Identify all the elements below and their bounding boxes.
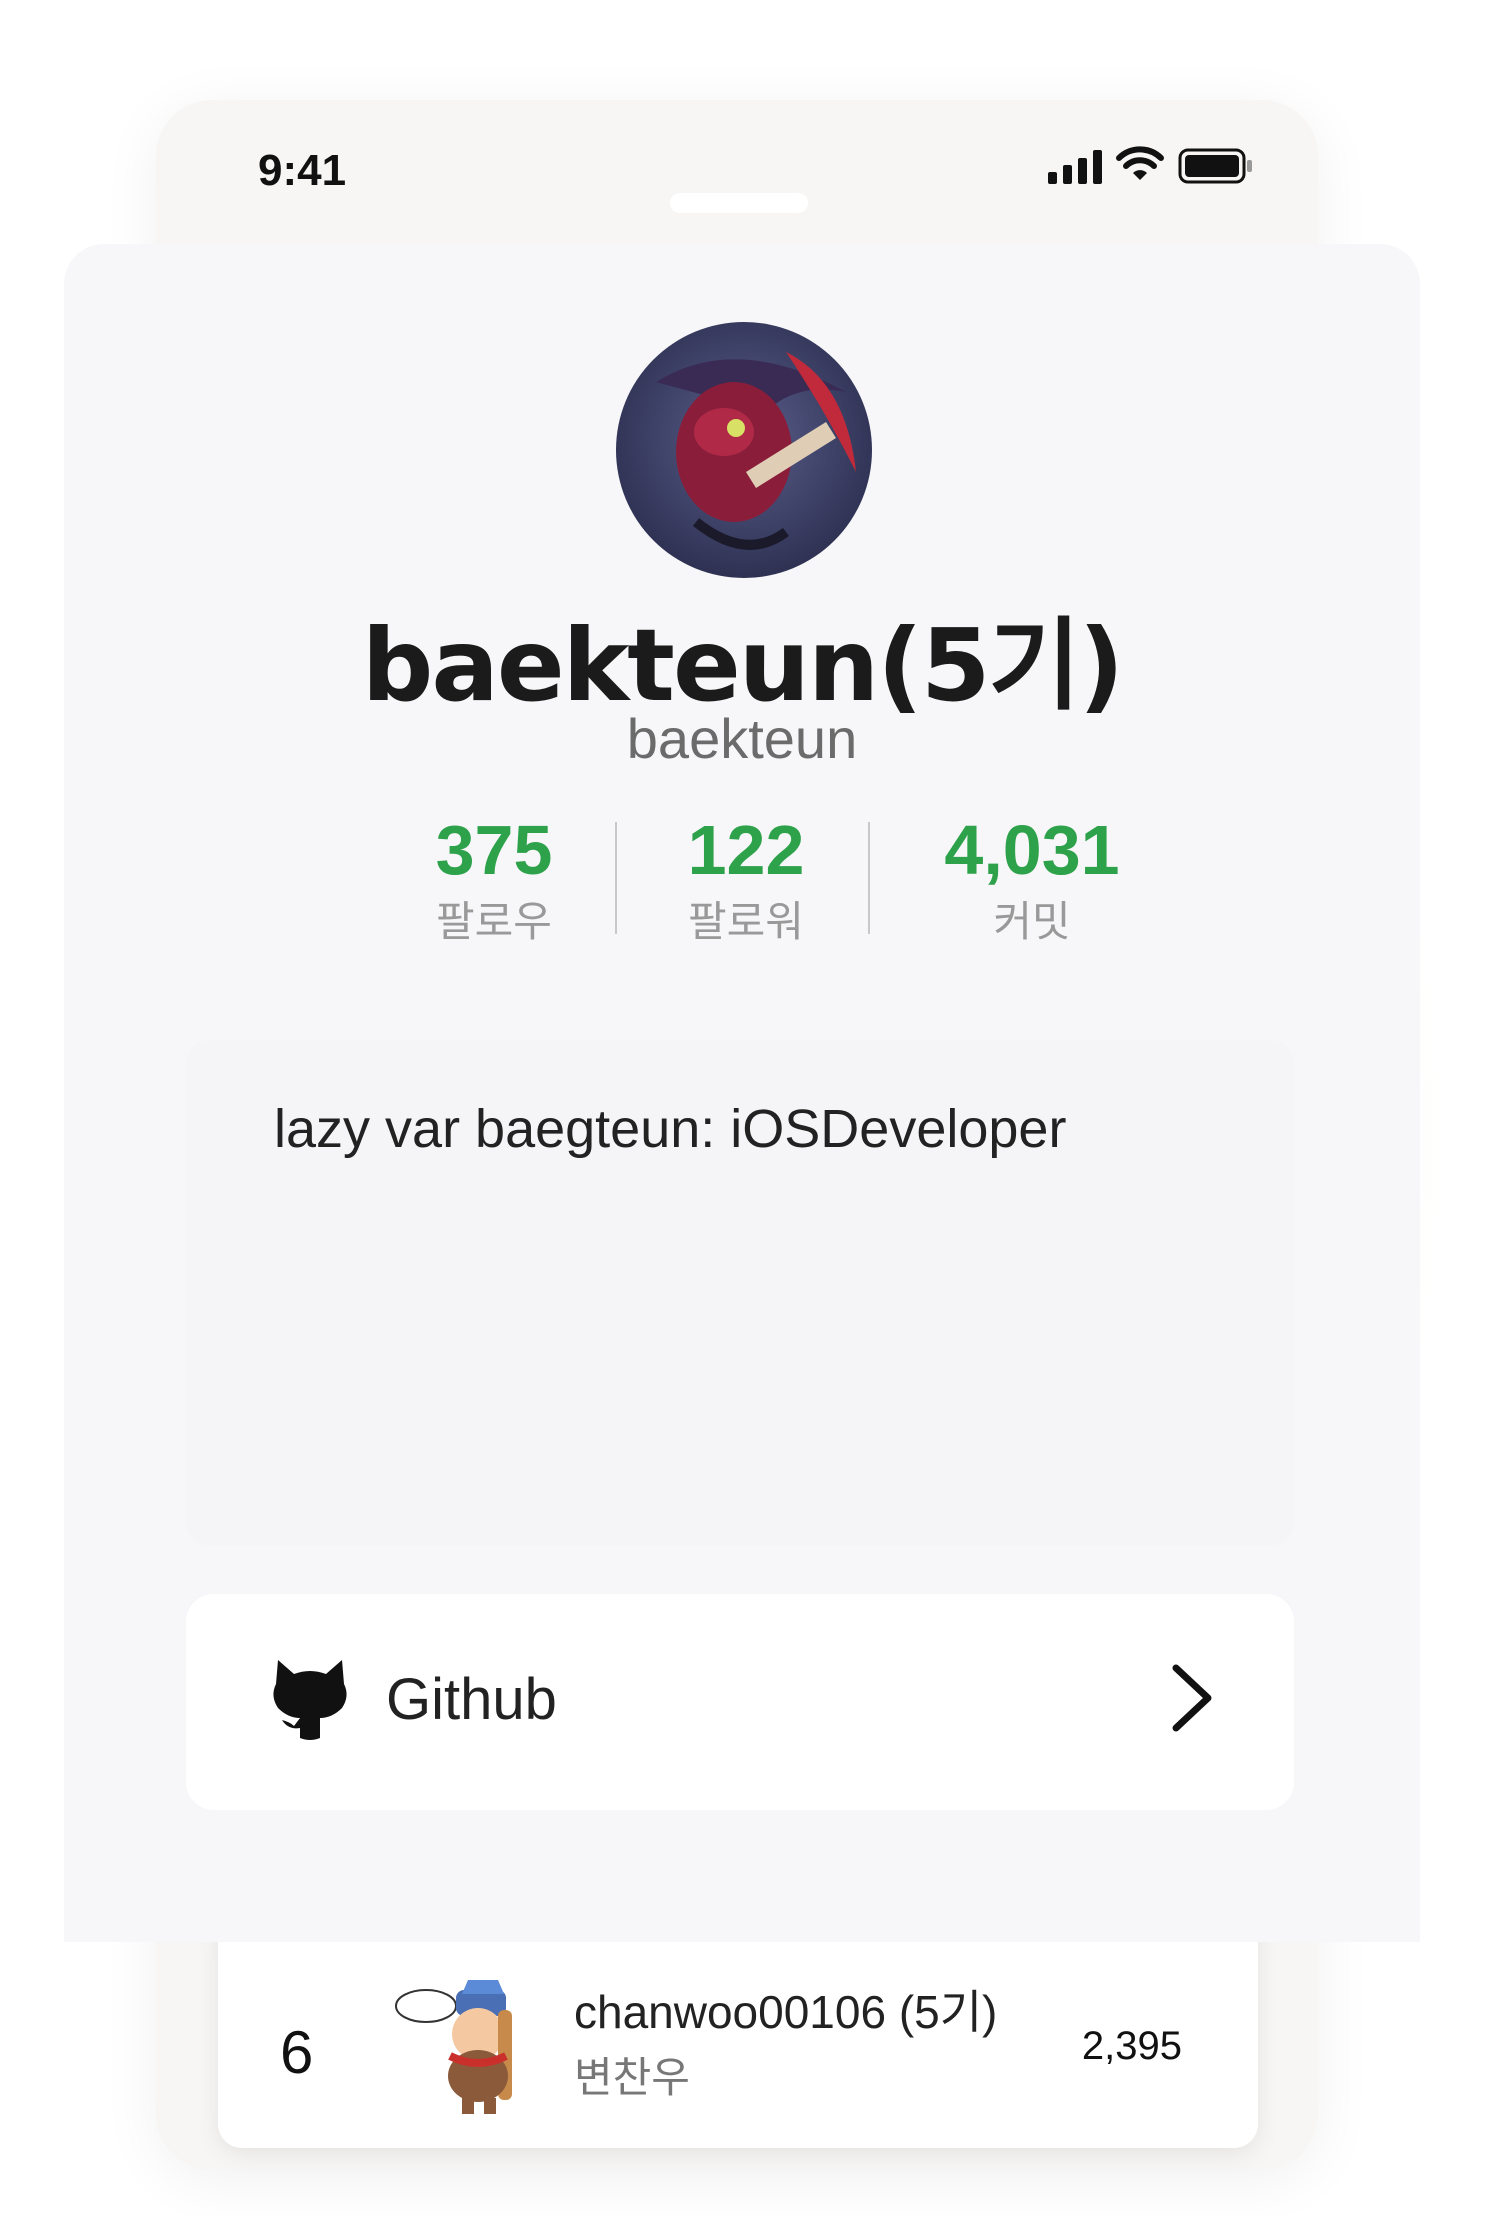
stat-divider: [868, 822, 870, 934]
sheet-grabber[interactable]: [670, 193, 808, 213]
bio-card: lazy var baegteun: iOSDeveloper: [186, 1040, 1294, 1546]
status-bar: 9:41: [156, 100, 1318, 240]
github-icon: [273, 1660, 347, 1740]
stat-label: 팔로워: [688, 897, 804, 946]
profile-avatar[interactable]: [616, 322, 872, 578]
stat-label: 팔로우: [436, 897, 552, 946]
ranking-name: 변찬우: [574, 2053, 690, 2102]
username: baekteun: [626, 707, 858, 770]
profile-sheet: baekteun(5기) baekteun 375 팔로우 122 팔로워 4,…: [64, 244, 1420, 1942]
profile-stats: 375 팔로우 122 팔로워 4,031 커밋: [64, 812, 1420, 952]
stat-following[interactable]: 375 팔로우: [364, 812, 624, 952]
stat-followers[interactable]: 122 팔로워: [616, 812, 876, 952]
status-time: 9:41: [258, 146, 347, 195]
bio-text: lazy var baegteun: iOSDeveloper: [274, 1099, 1067, 1159]
stat-value: 122: [687, 811, 805, 889]
ranking-score: 2,395: [1081, 2024, 1182, 2068]
chevron-right-icon: [1172, 1664, 1212, 1732]
stat-label: 커밋: [993, 897, 1071, 946]
profile-avatar-image: [616, 322, 872, 578]
stat-value: 375: [435, 811, 553, 889]
github-label: Github: [386, 1667, 557, 1732]
cellular-signal-icon: [1048, 150, 1102, 184]
ranking-avatar-image: [395, 1980, 512, 2114]
rank-number: 6: [280, 2019, 314, 2086]
stat-value: 4,031: [944, 811, 1120, 889]
battery-icon: [1178, 148, 1252, 184]
wifi-icon: [1116, 146, 1164, 180]
stat-commits[interactable]: 4,031 커밋: [902, 812, 1162, 952]
ranking-handle: chanwoo00106 (5기): [574, 1986, 998, 2038]
ranking-row[interactable]: 6 chanwoo00106 (5기) 변찬우 2,395: [218, 1910, 1258, 2148]
github-link-button[interactable]: Github: [186, 1594, 1294, 1810]
